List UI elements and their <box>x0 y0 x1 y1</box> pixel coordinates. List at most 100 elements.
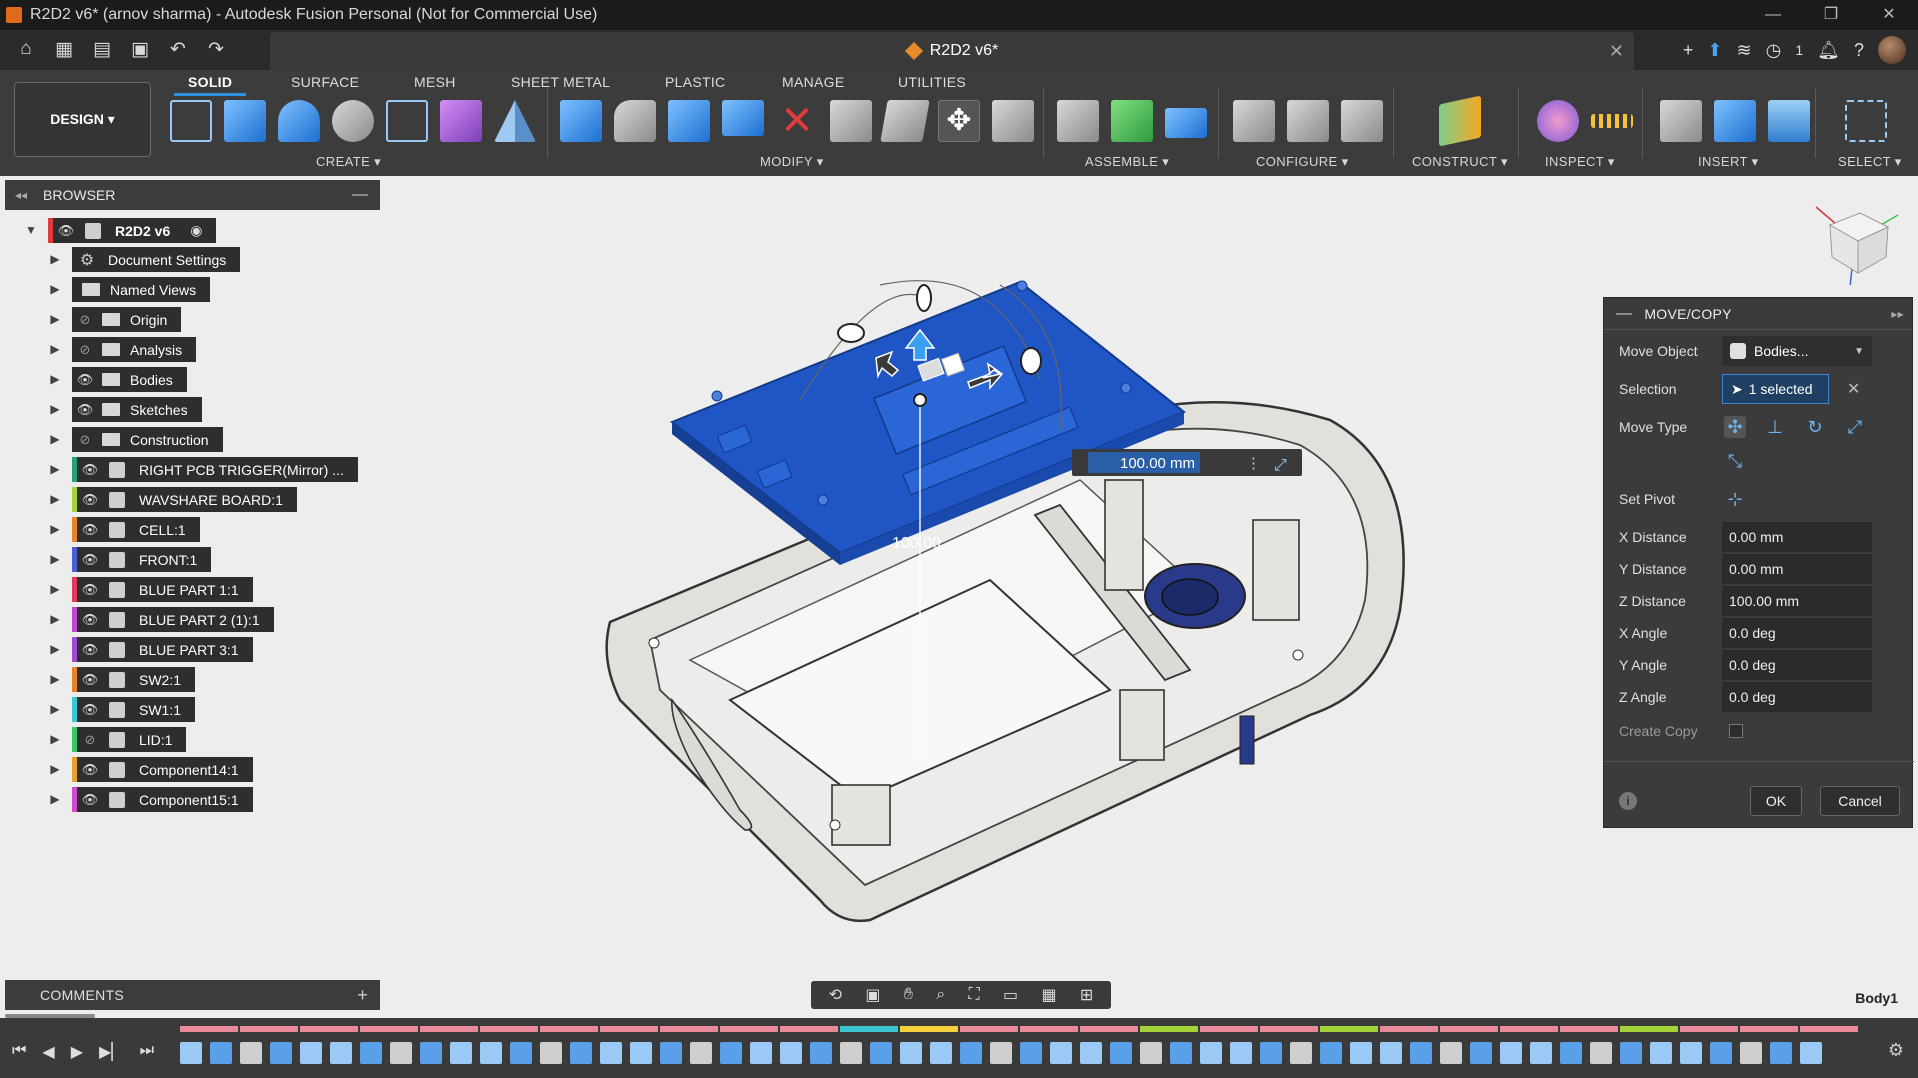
select-window-icon[interactable] <box>1845 100 1887 142</box>
timeline-feature-icon[interactable] <box>1770 1042 1792 1064</box>
extrude-icon[interactable] <box>224 100 266 142</box>
inspect-menu[interactable]: INSPECT ▾ <box>1545 154 1615 170</box>
timeline-feature-icon[interactable] <box>390 1042 412 1064</box>
timeline-feature-icon[interactable] <box>780 1042 802 1064</box>
comments-panel-header[interactable]: COMMENTS + <box>5 980 380 1010</box>
upload-icon[interactable]: ⬆ <box>1707 40 1722 61</box>
timeline-feature-icon[interactable] <box>960 1042 982 1064</box>
hidden-eye-icon[interactable]: ⊘ <box>77 732 103 748</box>
activate-radio-icon[interactable]: ◉ <box>190 222 202 239</box>
configure-design-icon[interactable] <box>1233 100 1275 142</box>
chevron-right-icon[interactable]: ▶ <box>48 372 62 386</box>
timeline-feature-icon[interactable] <box>1410 1042 1432 1064</box>
chevron-right-icon[interactable]: ▶ <box>48 282 62 296</box>
play-icon[interactable]: ▶ <box>71 1042 83 1062</box>
file-menu-icon[interactable]: ▤ <box>90 38 114 61</box>
chevron-down-icon[interactable]: ▼ <box>24 223 38 237</box>
chevron-right-icon[interactable]: ▶ <box>48 522 62 536</box>
timeline-feature-icon[interactable] <box>510 1042 532 1064</box>
visibility-eye-icon[interactable]: 👁︎ <box>77 702 103 718</box>
create-menu[interactable]: CREATE ▾ <box>316 154 381 170</box>
timeline-feature-icon[interactable] <box>420 1042 442 1064</box>
timeline-feature-icon[interactable] <box>630 1042 652 1064</box>
timeline-feature-icon[interactable] <box>1680 1042 1702 1064</box>
chevron-right-icon[interactable]: ▶ <box>48 792 62 806</box>
combine-icon[interactable] <box>668 100 710 142</box>
minimize-window-button[interactable]: — <box>1744 0 1802 30</box>
timeline-feature-icon[interactable] <box>1110 1042 1132 1064</box>
rotate-icon[interactable]: ↻ <box>1804 416 1826 438</box>
timeline-feature-icon[interactable] <box>330 1042 352 1064</box>
timeline-feature-icon[interactable] <box>1020 1042 1042 1064</box>
timeline-feature-icon[interactable] <box>210 1042 232 1064</box>
x-angle-input[interactable]: 0.0 deg <box>1722 618 1872 648</box>
x-distance-input[interactable]: 0.00 mm <box>1722 522 1872 552</box>
timeline-feature-icon[interactable] <box>180 1042 202 1064</box>
data-panel-grid-icon[interactable]: ▦ <box>52 38 76 61</box>
visibility-eye-icon[interactable]: 👁︎ <box>77 642 103 658</box>
timeline-feature-icon[interactable] <box>1140 1042 1162 1064</box>
workspace-switcher-button[interactable]: DESIGN ▾ <box>14 82 151 157</box>
timeline-feature-icon[interactable] <box>660 1042 682 1064</box>
z-distance-input[interactable]: 100.00 mm <box>1722 586 1872 616</box>
joint-icon[interactable] <box>1111 100 1153 142</box>
revolve-icon[interactable] <box>278 100 320 142</box>
chevron-right-icon[interactable]: ▶ <box>48 702 62 716</box>
timeline-feature-icon[interactable] <box>1740 1042 1762 1064</box>
visibility-eye-icon[interactable]: 👁︎ <box>77 612 103 628</box>
fillet-icon[interactable] <box>614 100 656 142</box>
rectangular-pattern-icon[interactable] <box>386 100 428 142</box>
timeline-feature-icon[interactable] <box>990 1042 1012 1064</box>
y-distance-input[interactable]: 0.00 mm <box>1722 554 1872 584</box>
visibility-eye-icon[interactable]: 👁︎ <box>77 762 103 778</box>
point-to-point-icon[interactable]: ⤢ <box>1844 416 1866 438</box>
collapse-dialog-icon[interactable]: — <box>1616 305 1632 323</box>
timeline-feature-icon[interactable] <box>1170 1042 1192 1064</box>
move-object-dropdown[interactable]: Bodies... ▼ <box>1722 336 1872 366</box>
timeline-feature-icon[interactable] <box>360 1042 382 1064</box>
timeline-settings-gear-icon[interactable]: ⚙ <box>1888 1040 1904 1061</box>
notifications-bell-icon[interactable]: 🔔︎ <box>1817 40 1840 61</box>
visibility-eye-icon[interactable]: 👁︎ <box>72 372 98 388</box>
move-copy-icon[interactable]: ✥ <box>938 100 980 142</box>
go-to-end-icon[interactable]: ⏭ <box>140 1042 154 1062</box>
document-tab[interactable]: R2D2 v6* ✕ <box>270 32 1634 70</box>
as-built-joint-icon[interactable] <box>1165 108 1207 138</box>
timeline-feature-icon[interactable] <box>270 1042 292 1064</box>
tab-surface[interactable]: SURFACE <box>291 74 359 90</box>
chevron-right-icon[interactable]: ▶ <box>48 462 62 476</box>
tab-sheet-metal[interactable]: SHEET METAL <box>511 74 610 90</box>
scale-icon[interactable] <box>880 100 930 142</box>
timeline-feature-icon[interactable] <box>930 1042 952 1064</box>
cancel-button[interactable]: Cancel <box>1820 786 1900 816</box>
3d-viewport[interactable]: 100.00 100.00 mm ⋮ ⤢ <box>380 180 1600 980</box>
timeline-feature-icon[interactable] <box>1230 1042 1252 1064</box>
viewports-icon[interactable]: ⊞ <box>1080 985 1093 1005</box>
visibility-eye-icon[interactable]: 👁︎ <box>77 522 103 538</box>
timeline-feature-icon[interactable] <box>300 1042 322 1064</box>
pivot-icon[interactable]: ⤢ <box>1274 455 1287 474</box>
insert-derive-icon[interactable] <box>1660 100 1702 142</box>
timeline-feature-icon[interactable] <box>870 1042 892 1064</box>
timeline-feature-icon[interactable] <box>1260 1042 1282 1064</box>
dimension-input-box[interactable]: 100.00 mm ⋮ ⤢ <box>1072 449 1302 476</box>
z-angle-input[interactable]: 0.0 deg <box>1722 682 1872 712</box>
chevron-right-icon[interactable]: ▶ <box>48 252 62 266</box>
chevron-right-icon[interactable]: ▶ <box>48 312 62 326</box>
split-body-icon[interactable] <box>722 100 764 136</box>
hidden-eye-icon[interactable]: ⊘ <box>72 342 98 358</box>
close-tab-icon[interactable]: ✕ <box>1609 41 1624 62</box>
create-sketch-icon[interactable] <box>170 100 212 142</box>
modify-menu[interactable]: MODIFY ▾ <box>760 154 824 170</box>
timeline-feature-icon[interactable] <box>540 1042 562 1064</box>
offset-plane-icon[interactable] <box>1439 95 1481 147</box>
timeline-feature-icon[interactable] <box>1200 1042 1222 1064</box>
timeline-feature-icon[interactable] <box>1470 1042 1492 1064</box>
zoom-icon[interactable]: ⌕ <box>936 986 945 1004</box>
timeline-feature-icon[interactable] <box>1620 1042 1642 1064</box>
section-analysis-icon[interactable] <box>1537 100 1579 142</box>
visibility-eye-icon[interactable]: 👁︎ <box>72 402 98 418</box>
tab-utilities[interactable]: UTILITIES <box>898 74 966 90</box>
create-form-icon[interactable] <box>440 100 482 142</box>
visibility-eye-icon[interactable]: 👁︎ <box>77 582 103 598</box>
